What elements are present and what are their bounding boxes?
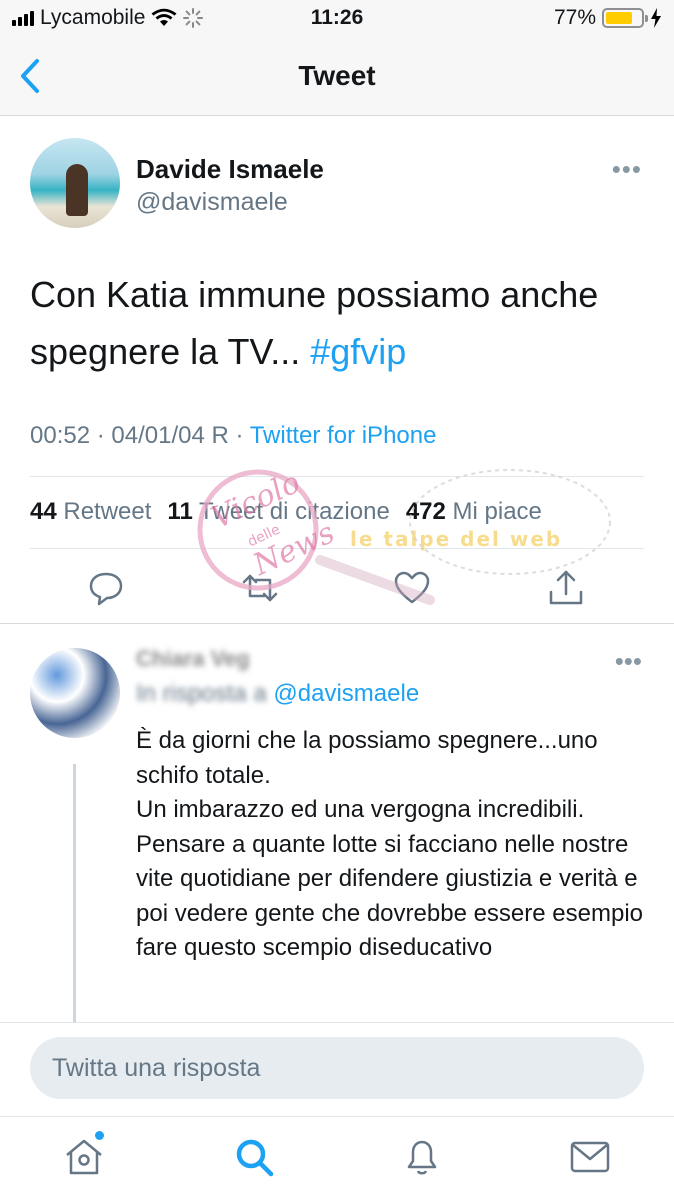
comment-icon: [89, 572, 123, 606]
status-right: 77%: [554, 6, 662, 30]
quotes-count: 11: [167, 498, 193, 525]
tweet-actions: [0, 562, 674, 612]
main-tweet: Davide Ismaele @davismaele ••• Con Katia…: [0, 116, 674, 624]
reply-text: È da giorni che la possiamo spegnere...u…: [136, 724, 656, 966]
likes-stat[interactable]: 472 Mi piace: [406, 498, 542, 526]
home-icon: [66, 1139, 102, 1175]
battery-fill: [606, 12, 633, 24]
tab-messages[interactable]: [568, 1135, 612, 1179]
more-options-icon[interactable]: •••: [615, 646, 642, 677]
tweet-meta: 00:52 · 04/01/04 R · Twitter for iPhone: [30, 422, 436, 450]
reply-to: In risposta a @davismaele: [136, 680, 419, 708]
likes-count: 472: [405, 498, 446, 525]
hashtag-link[interactable]: #gfvip: [310, 331, 406, 372]
reply-tweet[interactable]: Chiara Veg ••• In risposta a @davismaele…: [0, 624, 674, 1024]
reply-line: Un imbarazzo ed una vergogna incredibili…: [136, 796, 643, 961]
quotes-label: Tweet di citazione: [199, 498, 390, 525]
reply-line: È da giorni che la possiamo spegnere...u…: [136, 727, 598, 789]
page-title: Tweet: [298, 60, 376, 91]
retweets-count: 44: [30, 498, 57, 525]
search-icon: [236, 1139, 274, 1177]
retweet-icon: [242, 574, 278, 602]
tab-notifications[interactable]: [400, 1135, 444, 1179]
thread-line: [73, 764, 76, 1024]
battery-percent: 77%: [553, 6, 596, 29]
charging-icon: [651, 8, 661, 28]
more-options-icon[interactable]: •••: [612, 154, 642, 185]
like-button[interactable]: [392, 568, 432, 608]
retweets-stat[interactable]: 44 Retweet: [30, 498, 151, 526]
status-bar: Lycamobile 11:26 77%: [0, 0, 674, 38]
heart-icon: [394, 571, 430, 604]
reply-button[interactable]: [86, 568, 126, 608]
author-handle[interactable]: @davismaele: [136, 188, 288, 217]
divider: [30, 548, 644, 549]
reply-prefix: In risposta a: [136, 680, 267, 707]
notification-dot: [95, 1131, 104, 1140]
tab-bar: [0, 1116, 674, 1200]
share-icon: [549, 570, 583, 605]
avatar[interactable]: [30, 648, 120, 738]
bell-icon: [407, 1140, 437, 1175]
divider: [30, 476, 644, 477]
tab-search[interactable]: [232, 1135, 276, 1179]
reply-author-name[interactable]: Chiara Veg: [136, 646, 396, 671]
retweets-label: Retweet: [63, 498, 152, 525]
tab-home[interactable]: [62, 1131, 106, 1179]
quotes-stat[interactable]: 11 Tweet di citazione: [167, 498, 389, 526]
reply-input[interactable]: [30, 1037, 644, 1099]
likes-label: Mi piace: [452, 498, 542, 525]
author-name[interactable]: Davide Ismaele: [136, 154, 324, 185]
share-button[interactable]: [546, 568, 586, 608]
tweet-stats: 44 Retweet 11 Tweet di citazione 472 Mi …: [30, 498, 542, 526]
nav-bar: Tweet: [0, 38, 674, 116]
reply-composer: [0, 1022, 674, 1116]
battery-icon: [602, 8, 648, 28]
mention-link[interactable]: @davismaele: [273, 680, 419, 707]
tweet-timestamp: 00:52 · 04/01/04 R ·: [30, 422, 244, 449]
mail-icon: [570, 1141, 610, 1173]
client-link[interactable]: Twitter for iPhone: [250, 422, 437, 449]
tweet-text: Con Katia immune possiamo anche spegnere…: [30, 266, 640, 380]
retweet-button[interactable]: [240, 568, 280, 608]
avatar[interactable]: [30, 138, 120, 228]
